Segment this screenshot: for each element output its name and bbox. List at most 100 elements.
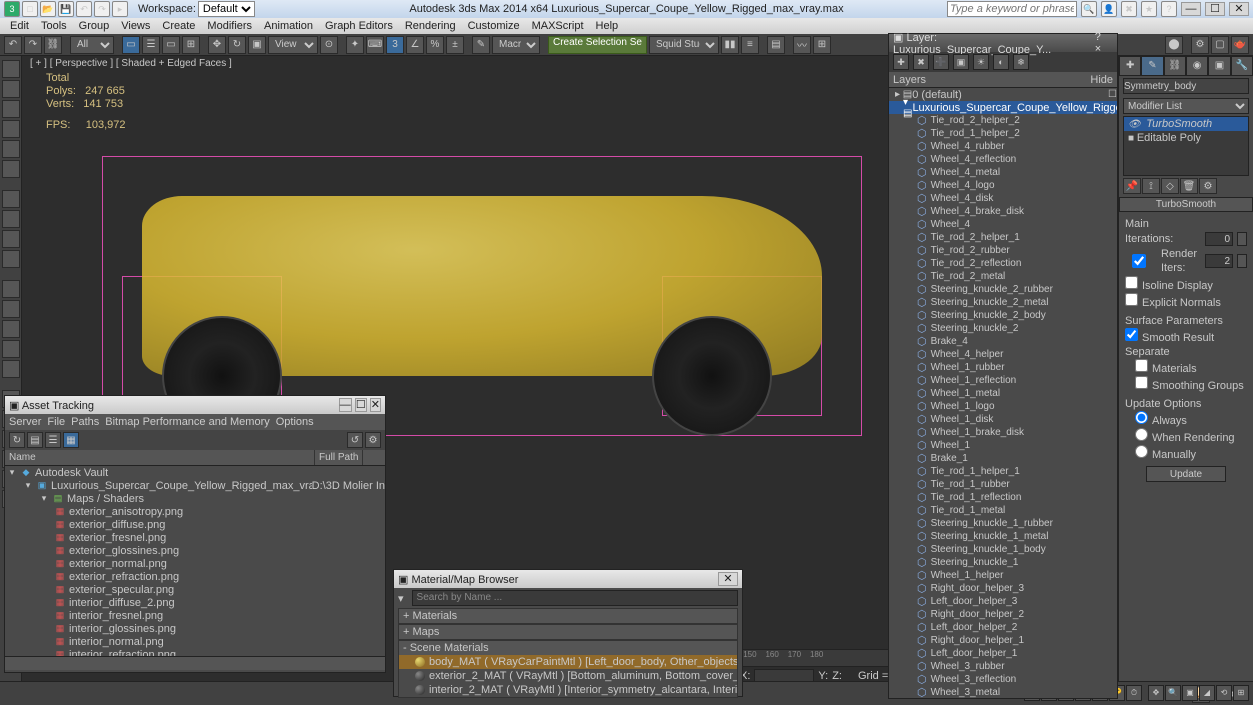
maximize-viewport-button[interactable]: ⊞ <box>1233 685 1249 701</box>
layer-item[interactable]: ⬡Tie_rod_1_rubber <box>889 478 1117 491</box>
move-button[interactable]: ✥ <box>208 36 226 54</box>
layer-list[interactable]: ▸ ▤ 0 (default)☐ ▾ ▤ Luxurious_Supercar_… <box>889 88 1117 698</box>
sep-materials-checkbox[interactable] <box>1135 359 1148 372</box>
save-button[interactable]: 💾 <box>58 1 74 17</box>
asset-map-item[interactable]: ▦interior_normal.png <box>5 635 385 648</box>
menu-rendering[interactable]: Rendering <box>401 20 460 32</box>
layer-help-button[interactable]: ? <box>1095 31 1101 43</box>
hide-header[interactable]: Hide <box>1090 74 1113 86</box>
layers-header[interactable]: Layers <box>893 74 926 86</box>
asset-maximize-button[interactable]: ☐ <box>355 398 367 412</box>
scene-materials-section[interactable]: - Scene Materials <box>399 641 737 655</box>
exchange-icon[interactable]: ✖ <box>1121 1 1137 17</box>
asset-col-name[interactable]: Name <box>5 450 315 465</box>
asset-map-item[interactable]: ▦interior_refraction.png <box>5 648 385 656</box>
render-iters-checkbox[interactable] <box>1125 254 1153 268</box>
pivot-button[interactable]: ⊙ <box>320 36 338 54</box>
make-unique-button[interactable]: ◇ <box>1161 178 1179 194</box>
update-always-radio[interactable] <box>1135 411 1148 424</box>
material-options-button[interactable]: ▾ <box>394 592 408 605</box>
update-manual-radio[interactable] <box>1135 445 1148 458</box>
layer-item[interactable]: ⬡Steering_knuckle_1_rubber <box>889 517 1117 530</box>
graphite-border-icon[interactable] <box>2 250 20 268</box>
layer-item[interactable]: ⬡Right_door_helper_3 <box>889 582 1117 595</box>
select-button[interactable]: ▭ <box>122 36 140 54</box>
iterations-input[interactable] <box>1205 232 1233 246</box>
layer-item[interactable]: ⬡Tie_rod_2_rubber <box>889 244 1117 257</box>
render-button[interactable]: 🫖 <box>1231 36 1249 54</box>
mirror-button[interactable]: ▮▮ <box>721 36 739 54</box>
modifier-stack[interactable]: 👁 TurboSmooth ■ Editable Poly <box>1123 116 1249 176</box>
material-close-button[interactable]: ✕ <box>718 572 738 586</box>
minimize-button[interactable]: — <box>1181 2 1201 16</box>
layer-item[interactable]: ⬡Wheel_1_brake_disk <box>889 426 1117 439</box>
graphite-inset-icon[interactable] <box>2 320 20 338</box>
render-iters-spinner[interactable] <box>1237 254 1247 268</box>
graphite-extrude-icon[interactable] <box>2 280 20 298</box>
viewport-label[interactable]: [ + ] [ Perspective ] [ Shaded + Edged F… <box>30 58 232 69</box>
layer-item[interactable]: ⬡Right_door_helper_2 <box>889 608 1117 621</box>
menu-create[interactable]: Create <box>158 20 199 32</box>
layer-item[interactable]: ⬡Wheel_3_rubber <box>889 660 1117 673</box>
manipulate-button[interactable]: ✦ <box>346 36 364 54</box>
asset-menu-server[interactable]: Server <box>9 416 41 428</box>
explicit-checkbox[interactable] <box>1125 293 1138 306</box>
asset-root[interactable]: ▾◆Autodesk Vault <box>5 466 385 479</box>
redo-tb-button[interactable]: ↷ <box>24 36 42 54</box>
menu-modifiers[interactable]: Modifiers <box>203 20 256 32</box>
layer-item[interactable]: ⬡Wheel_4 <box>889 218 1117 231</box>
layer-item[interactable]: ⬡Steering_knuckle_1_metal <box>889 530 1117 543</box>
window-crossing-button[interactable]: ⊞ <box>182 36 200 54</box>
asset-flat-button[interactable]: ☰ <box>45 432 61 448</box>
render-frame-button[interactable]: ▢ <box>1211 36 1229 54</box>
asset-map-item[interactable]: ▦interior_glossines.png <box>5 622 385 635</box>
configure-sets-button[interactable]: ⚙ <box>1199 178 1217 194</box>
open-button[interactable]: 📂 <box>40 1 56 17</box>
layer-item[interactable]: ⬡Tie_rod_1_helper_1 <box>889 465 1117 478</box>
layer-item[interactable]: ⬡Wheel_1_metal <box>889 387 1117 400</box>
zoom-view-button[interactable]: 🔍 <box>1165 685 1181 701</box>
new-button[interactable]: □ <box>22 1 38 17</box>
redo-button[interactable]: ↷ <box>94 1 110 17</box>
macro-recorder[interactable]: Macro1 <box>492 36 540 54</box>
graphite-edge-icon[interactable] <box>2 190 20 208</box>
asset-file[interactable]: ▾▣Luxurious_Supercar_Coupe_Yellow_Rigged… <box>5 479 385 492</box>
asset-hscrollbar[interactable] <box>5 656 385 670</box>
render-setup-button[interactable]: ⚙ <box>1191 36 1209 54</box>
favorites-icon[interactable]: ★ <box>1141 1 1157 17</box>
scale-button[interactable]: ▣ <box>248 36 266 54</box>
graphite-paint-icon[interactable] <box>2 80 20 98</box>
utilities-tab[interactable]: 🔧 <box>1231 56 1253 76</box>
turbosmooth-rollout[interactable]: TurboSmooth <box>1119 197 1253 212</box>
help-icon[interactable]: ? <box>1161 1 1177 17</box>
iterations-spinner[interactable] <box>1237 232 1247 246</box>
menu-group[interactable]: Group <box>75 20 114 32</box>
snap-button[interactable]: 3 <box>386 36 404 54</box>
layer-item[interactable]: ⬡Wheel_1_reflection <box>889 374 1117 387</box>
asset-map-item[interactable]: ▦exterior_specular.png <box>5 583 385 596</box>
layer-item[interactable]: ⬡Wheel_1_helper <box>889 569 1117 582</box>
create-tab[interactable]: ✚ <box>1119 56 1141 76</box>
asset-grid-button[interactable]: ▦ <box>63 432 79 448</box>
layer-item[interactable]: ⬡Steering_knuckle_1_body <box>889 543 1117 556</box>
rotate-button[interactable]: ↻ <box>228 36 246 54</box>
signin-icon[interactable]: 👤 <box>1101 1 1117 17</box>
pan-view-button[interactable]: ✥ <box>1148 685 1164 701</box>
graphite-chamfer-icon[interactable] <box>2 360 20 378</box>
asset-status-button[interactable]: ↺ <box>347 432 363 448</box>
material-interior2[interactable]: interior_2_MAT ( VRayMtl ) [Interior_sym… <box>399 683 737 697</box>
add-to-layer-button[interactable]: ➕ <box>933 54 949 70</box>
motion-tab[interactable]: ◉ <box>1186 56 1208 76</box>
spinner-snap-button[interactable]: ± <box>446 36 464 54</box>
layer-item[interactable]: ⬡Wheel_4_rubber <box>889 140 1117 153</box>
select-region-button[interactable]: ▭ <box>162 36 180 54</box>
asset-menu-file[interactable]: File <box>47 416 65 428</box>
align-button[interactable]: ≡ <box>741 36 759 54</box>
layer-item[interactable]: ⬡Tie_rod_2_helper_1 <box>889 231 1117 244</box>
maximize-button[interactable]: ☐ <box>1205 2 1225 16</box>
update-render-radio[interactable] <box>1135 428 1148 441</box>
hide-layer-button[interactable]: ◐ <box>993 54 1009 70</box>
angle-snap-button[interactable]: ∠ <box>406 36 424 54</box>
layer-item[interactable]: ⬡Wheel_3_reflection <box>889 673 1117 686</box>
layer-item[interactable]: ⬡Wheel_1_disk <box>889 413 1117 426</box>
